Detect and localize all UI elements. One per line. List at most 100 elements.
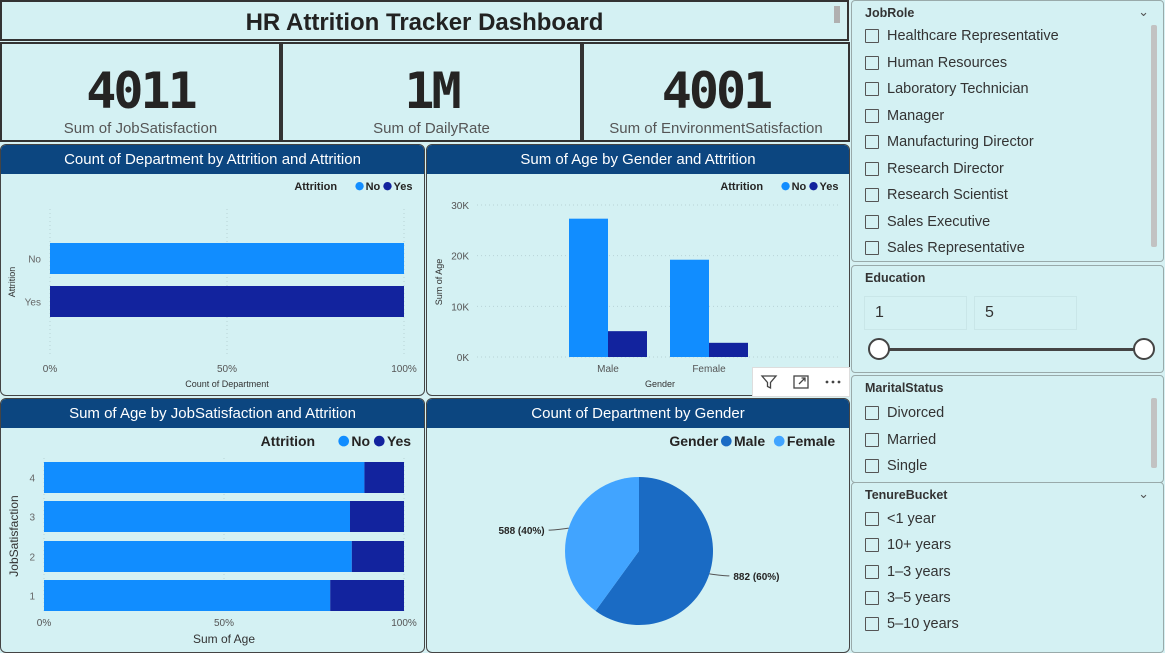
slicer-option-label: Divorced [887,405,945,421]
leader-line [709,573,730,577]
slicer-option[interactable]: Manufacturing Director [865,132,1034,152]
checkbox[interactable] [865,55,879,70]
y-axis-title: JobSatisfaction [7,495,21,576]
legend-label: Female [787,433,835,449]
checkbox[interactable] [865,617,879,632]
education-slider-track[interactable] [878,348,1143,351]
education-min-input[interactable]: 1 [864,296,967,330]
chart-age-by-gender-svg: Attrition No Yes 0K 10K 20K 30K Male Female Gende… [434,181,840,389]
slicer-option-label: Single [887,458,928,474]
chart-title: Sum of Age by Gender and Attrition [427,145,849,174]
education-slider-min-handle[interactable] [868,338,890,360]
kpi-card-environmentsatisfaction: 4001 Sum of EnvironmentSatisfaction [582,42,850,142]
legend-marker [383,181,392,191]
chart-title: Sum of Age by JobSatisfaction and Attrit… [1,399,424,428]
focus-mode-icon[interactable] [785,368,817,396]
chart-department-by-attrition[interactable]: Count of Department by Attrition and Att… [0,144,425,396]
x-tick-label: 100% [391,364,417,375]
legend-marker [720,435,732,447]
slicer-option[interactable]: Single [865,456,927,476]
y-tick-label: 20K [451,252,469,263]
education-slider-max-handle[interactable] [1133,338,1155,360]
checkbox[interactable] [865,161,879,176]
legend-label: Yes [394,181,413,193]
x-tick-label: 100% [391,618,417,629]
kpi-card-jobsatisfaction: 4011 Sum of JobSatisfaction [0,42,281,142]
x-tick-label: 50% [217,364,237,375]
chart-age-by-gender[interactable]: Sum of Age by Gender and Attrition Attri… [426,144,850,396]
kpi-label: Sum of JobSatisfaction [63,120,218,137]
slicer-option[interactable]: 1–3 years [865,562,951,582]
bar-segment [44,580,331,611]
chevron-down-icon[interactable]: ⌄ [1138,487,1149,502]
leader-line [548,527,569,531]
legend-marker [373,435,385,447]
data-label: 882 (60%) [733,572,779,583]
checkbox[interactable] [865,29,879,43]
checkbox[interactable] [865,538,879,553]
slicer-option[interactable]: Research Scientist [865,185,1008,205]
y-tick-label: 30K [451,201,469,212]
kpi-card-dailyrate: 1M Sum of DailyRate [281,42,582,142]
slicer-title: TenureBucket [865,488,948,502]
slicer-option[interactable]: Human Resources [865,53,1007,73]
slicer-option[interactable]: 5–10 years [865,614,959,634]
checkbox[interactable] [865,406,879,420]
slicer-option[interactable]: Married [865,430,936,450]
checkbox[interactable] [865,432,879,447]
y-tick-label: 1 [29,592,35,603]
legend-label: No [351,433,370,449]
y-tick-label: No [28,255,41,266]
legend-label: Yes [820,181,839,193]
slicer-option[interactable]: Research Director [865,159,1004,179]
slicer-option[interactable]: Healthcare Representative [865,26,1059,46]
y-tick-label: 4 [29,474,35,485]
legend-marker [781,181,790,191]
slicer-option[interactable]: Sales Representative [865,238,1025,258]
slicer-option[interactable]: Laboratory Technician [865,79,1029,99]
slicer-title: JobRole [865,6,915,20]
slicer-option[interactable]: Sales Executive [865,212,990,232]
slicer-option-label: Manufacturing Director [887,134,1034,150]
education-max-input[interactable]: 5 [974,296,1077,330]
chart-department-by-gender[interactable]: Count of Department by Gender Gender Male… [426,398,850,653]
checkbox[interactable] [865,512,879,526]
checkbox[interactable] [865,564,879,579]
x-axis-title: Sum of Age [193,632,255,646]
slicer-option[interactable]: <1 year [865,509,936,529]
x-axis-title: Count of Department [185,379,269,389]
slicer-option-label: Manager [887,107,945,124]
filter-icon[interactable] [753,368,785,396]
legend-title: Attrition [720,181,763,193]
dashboard-title-bar: HR Attrition Tracker Dashboard [0,0,849,41]
slicer-option-label: Healthcare Representative [887,28,1059,44]
slicer-option[interactable]: 3–5 years [865,588,951,608]
y-tick-label: 10K [451,302,469,313]
checkbox[interactable] [865,459,879,473]
kpi-value: 1M [404,62,461,120]
slicer-option[interactable]: Divorced [865,403,944,423]
slicer-option-label: Research Scientist [887,187,1008,203]
chart-age-by-jobsatisfaction[interactable]: Sum of Age by JobSatisfaction and Attrit… [0,398,425,653]
checkbox[interactable] [865,241,879,255]
checkbox[interactable] [865,135,879,149]
slicer-scrollbar[interactable] [1151,398,1157,468]
chevron-down-icon[interactable]: ⌄ [1138,5,1149,20]
bar [670,259,709,357]
checkbox[interactable] [865,590,879,605]
title-scrollbar[interactable] [834,6,840,23]
checkbox[interactable] [865,214,879,229]
slicer-option-label: Research Director [887,160,1004,177]
slicer-scrollbar[interactable] [1151,25,1157,247]
slicer-option[interactable]: 10+ years [865,535,951,555]
legend-label: Yes [387,433,411,449]
checkbox[interactable] [865,108,879,123]
legend-marker [773,435,785,447]
legend-label: No [792,181,807,193]
slicer-option[interactable]: Manager [865,106,944,126]
slicer-option-label: Human Resources [887,54,1008,71]
checkbox[interactable] [865,82,879,96]
checkbox[interactable] [865,188,879,202]
chart-age-by-jobsatisfaction-svg: Attrition No Yes 0% 50% 100% 4 3 2 1 Sum of Age Job… [7,433,417,646]
more-options-icon[interactable] [817,368,849,396]
